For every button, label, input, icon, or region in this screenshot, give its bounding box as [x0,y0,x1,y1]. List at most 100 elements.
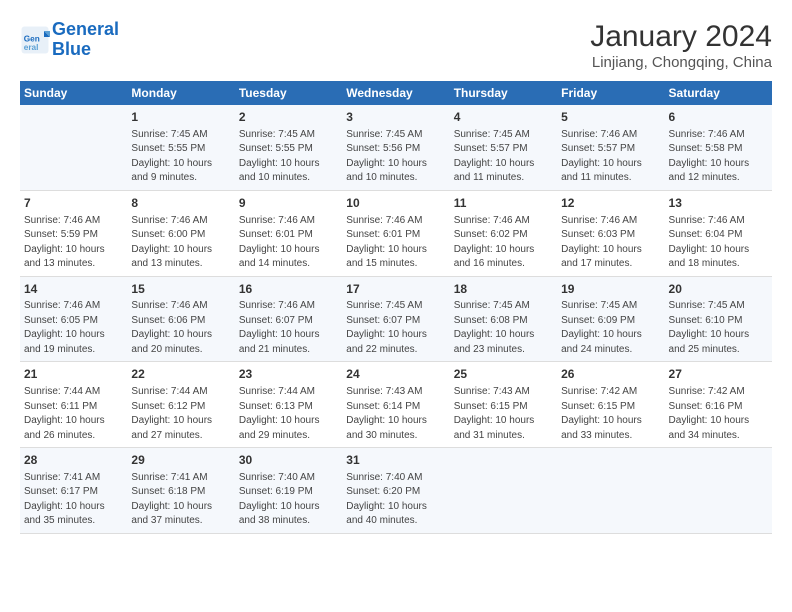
day-info: Sunrise: 7:45 AM Sunset: 6:10 PM Dayligh… [669,299,768,357]
calendar-cell: 25Sunrise: 7:43 AM Sunset: 6:15 PM Dayli… [450,362,557,448]
calendar-cell: 14Sunrise: 7:46 AM Sunset: 6:05 PM Dayli… [20,276,127,362]
day-number: 21 [24,366,123,383]
calendar-cell: 30Sunrise: 7:40 AM Sunset: 6:19 PM Dayli… [235,448,342,534]
day-number: 8 [131,195,230,212]
day-number: 24 [346,366,445,383]
logo-line2: Blue [52,39,91,59]
calendar-cell: 22 Sunrise: 7:44 AM Sunset: 6:12 PM Dayli… [127,362,234,448]
day-number: 28 [24,452,123,469]
calendar-cell: 23 Sunrise: 7:44 AM Sunset: 6:13 PM Dayli… [235,362,342,448]
calendar-cell: 19Sunrise: 7:45 AM Sunset: 6:09 PM Dayli… [557,276,664,362]
logo-line1: General [52,19,119,39]
col-header-sunday: Sunday [20,81,127,105]
day-info: Sunrise: 7:42 AM Sunset: 6:15 PM Dayligh… [561,385,660,443]
calendar-cell: 16Sunrise: 7:46 AM Sunset: 6:07 PM Dayli… [235,276,342,362]
day-info: Sunrise: 7:46 AM Sunset: 5:58 PM Dayligh… [669,128,768,186]
day-info: Sunrise: 7:46 AM Sunset: 5:59 PM Dayligh… [24,214,123,272]
day-info: Sunrise: 7:44 AM Sunset: 6:13 PM Dayligh… [239,385,338,443]
day-number: 22 [131,366,230,383]
calendar-cell: 8 Sunrise: 7:46 AM Sunset: 6:00 PM Daylig… [127,190,234,276]
week-row-1: 7 Sunrise: 7:46 AM Sunset: 5:59 PM Daylig… [20,190,772,276]
svg-text:eral: eral [24,43,39,52]
day-info: Sunrise: 7:45 AM Sunset: 5:57 PM Dayligh… [454,128,553,186]
calendar-cell: 9 Sunrise: 7:46 AM Sunset: 6:01 PM Daylig… [235,190,342,276]
week-row-0: 1 Sunrise: 7:45 AM Sunset: 5:55 PM Daylig… [20,105,772,190]
day-info: Sunrise: 7:43 AM Sunset: 6:14 PM Dayligh… [346,385,445,443]
day-number: 12 [561,195,660,212]
calendar-cell: 7 Sunrise: 7:46 AM Sunset: 5:59 PM Daylig… [20,190,127,276]
day-info: Sunrise: 7:45 AM Sunset: 5:55 PM Dayligh… [239,128,338,186]
day-info: Sunrise: 7:42 AM Sunset: 6:16 PM Dayligh… [669,385,768,443]
day-number: 10 [346,195,445,212]
day-info: Sunrise: 7:45 AM Sunset: 6:09 PM Dayligh… [561,299,660,357]
col-header-wednesday: Wednesday [342,81,449,105]
day-info: Sunrise: 7:46 AM Sunset: 6:03 PM Dayligh… [561,214,660,272]
calendar-cell: 13Sunrise: 7:46 AM Sunset: 6:04 PM Dayli… [665,190,772,276]
calendar-cell: 31 Sunrise: 7:40 AM Sunset: 6:20 PM Dayli… [342,448,449,534]
day-info: Sunrise: 7:44 AM Sunset: 6:12 PM Dayligh… [131,385,230,443]
col-header-saturday: Saturday [665,81,772,105]
day-number: 6 [669,109,768,126]
day-info: Sunrise: 7:46 AM Sunset: 6:05 PM Dayligh… [24,299,123,357]
col-header-tuesday: Tuesday [235,81,342,105]
day-number: 23 [239,366,338,383]
calendar-cell: 6 Sunrise: 7:46 AM Sunset: 5:58 PM Daylig… [665,105,772,190]
day-number: 1 [131,109,230,126]
main-title: January 2024 [590,20,772,54]
day-number: 27 [669,366,768,383]
day-info: Sunrise: 7:46 AM Sunset: 6:02 PM Dayligh… [454,214,553,272]
day-number: 31 [346,452,445,469]
day-number: 16 [239,281,338,298]
day-number: 7 [24,195,123,212]
calendar-cell: 28 Sunrise: 7:41 AM Sunset: 6:17 PM Dayli… [20,448,127,534]
calendar-cell: 21 Sunrise: 7:44 AM Sunset: 6:11 PM Dayli… [20,362,127,448]
day-info: Sunrise: 7:43 AM Sunset: 6:15 PM Dayligh… [454,385,553,443]
day-number: 14 [24,281,123,298]
calendar-cell: 1Sunrise: 7:45 AM Sunset: 5:55 PM Daylig… [127,105,234,190]
calendar-cell: 12 Sunrise: 7:46 AM Sunset: 6:03 PM Dayli… [557,190,664,276]
day-info: Sunrise: 7:46 AM Sunset: 6:00 PM Dayligh… [131,214,230,272]
day-number: 4 [454,109,553,126]
calendar-cell [665,448,772,534]
day-info: Sunrise: 7:46 AM Sunset: 6:01 PM Dayligh… [346,214,445,272]
calendar-cell [450,448,557,534]
title-block: January 2024 Linjiang, Chongqing, China [590,20,772,71]
day-number: 5 [561,109,660,126]
calendar-cell: 17Sunrise: 7:45 AM Sunset: 6:07 PM Dayli… [342,276,449,362]
day-info: Sunrise: 7:45 AM Sunset: 6:08 PM Dayligh… [454,299,553,357]
header-row: SundayMondayTuesdayWednesdayThursdayFrid… [20,81,772,105]
day-info: Sunrise: 7:40 AM Sunset: 6:19 PM Dayligh… [239,471,338,529]
day-number: 11 [454,195,553,212]
calendar-cell: 29Sunrise: 7:41 AM Sunset: 6:18 PM Dayli… [127,448,234,534]
day-number: 18 [454,281,553,298]
week-row-3: 21 Sunrise: 7:44 AM Sunset: 6:11 PM Dayli… [20,362,772,448]
day-info: Sunrise: 7:40 AM Sunset: 6:20 PM Dayligh… [346,471,445,529]
day-number: 13 [669,195,768,212]
calendar-cell: 4 Sunrise: 7:45 AM Sunset: 5:57 PM Daylig… [450,105,557,190]
day-info: Sunrise: 7:41 AM Sunset: 6:17 PM Dayligh… [24,471,123,529]
day-number: 15 [131,281,230,298]
day-number: 2 [239,109,338,126]
col-header-friday: Friday [557,81,664,105]
page: Gen eral General Blue January 2024 Linji… [0,0,792,612]
day-info: Sunrise: 7:46 AM Sunset: 6:01 PM Dayligh… [239,214,338,272]
day-info: Sunrise: 7:46 AM Sunset: 6:07 PM Dayligh… [239,299,338,357]
subtitle: Linjiang, Chongqing, China [590,54,772,71]
day-number: 26 [561,366,660,383]
calendar-cell: 5Sunrise: 7:46 AM Sunset: 5:57 PM Daylig… [557,105,664,190]
day-number: 20 [669,281,768,298]
day-number: 9 [239,195,338,212]
logo-text: General Blue [52,20,119,60]
week-row-4: 28 Sunrise: 7:41 AM Sunset: 6:17 PM Dayli… [20,448,772,534]
logo: Gen eral General Blue [20,20,119,60]
col-header-monday: Monday [127,81,234,105]
calendar-cell: 15Sunrise: 7:46 AM Sunset: 6:06 PM Dayli… [127,276,234,362]
calendar-cell: 20Sunrise: 7:45 AM Sunset: 6:10 PM Dayli… [665,276,772,362]
calendar-cell: 27 Sunrise: 7:42 AM Sunset: 6:16 PM Dayli… [665,362,772,448]
calendar-cell: 10 Sunrise: 7:46 AM Sunset: 6:01 PM Dayli… [342,190,449,276]
day-number: 19 [561,281,660,298]
day-number: 3 [346,109,445,126]
day-info: Sunrise: 7:44 AM Sunset: 6:11 PM Dayligh… [24,385,123,443]
week-row-2: 14Sunrise: 7:46 AM Sunset: 6:05 PM Dayli… [20,276,772,362]
day-info: Sunrise: 7:46 AM Sunset: 6:06 PM Dayligh… [131,299,230,357]
